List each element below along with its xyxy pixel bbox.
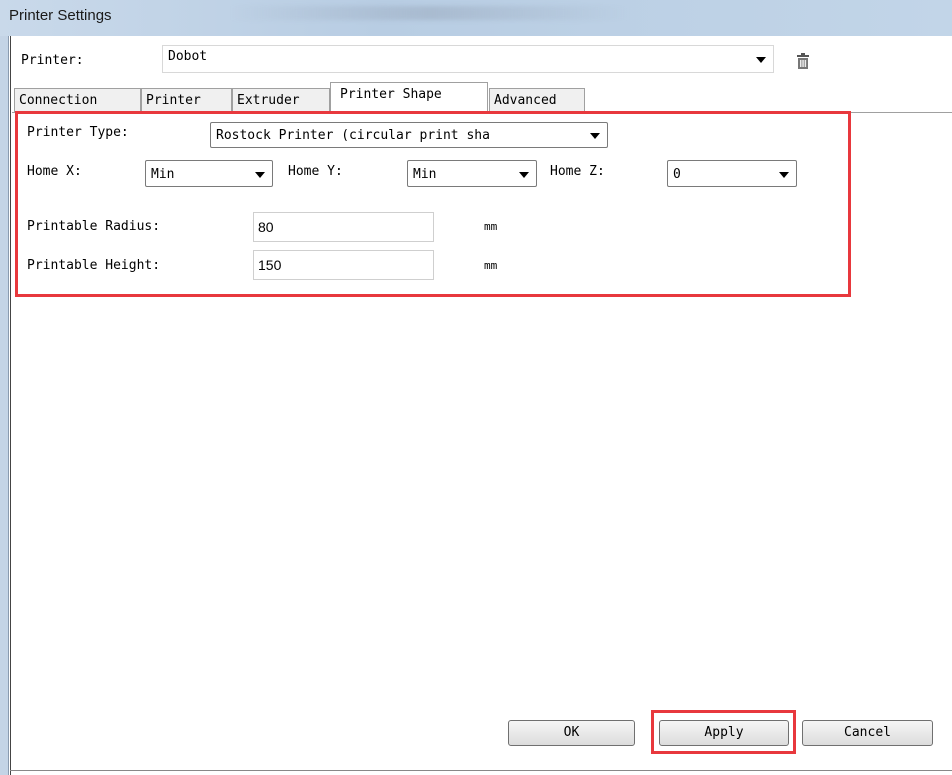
ok-button-label: OK [563, 725, 580, 740]
cancel-button[interactable]: Cancel [802, 720, 933, 746]
tab-printer-shape[interactable]: Printer Shape [330, 82, 488, 113]
printer-label: Printer: [21, 53, 84, 68]
window-frame-edge [8, 36, 9, 775]
tab-label: Extruder [237, 93, 300, 108]
printer-select-value: Dobot [168, 49, 208, 64]
tab-extruder[interactable]: Extruder [232, 88, 330, 112]
settings-highlight-box [15, 111, 851, 297]
trash-icon[interactable] [796, 52, 810, 70]
ok-button[interactable]: OK [508, 720, 635, 746]
title-bar: Printer Settings [0, 0, 952, 36]
window-frame-edge-inner [10, 36, 11, 775]
printer-select[interactable]: Dobot [162, 45, 774, 73]
tab-connection[interactable]: Connection [14, 88, 141, 112]
tab-advanced[interactable]: Advanced [489, 88, 585, 112]
window-frame-left [0, 36, 8, 775]
tab-label: Printer [146, 93, 201, 108]
apply-highlight-box [651, 710, 796, 754]
window-title: Printer Settings [9, 7, 112, 24]
tab-label: Connection [19, 93, 98, 108]
tab-label: Advanced [494, 93, 557, 108]
title-bar-background-blur [230, 6, 630, 20]
tab-label: Printer Shape [340, 87, 442, 102]
cancel-button-label: Cancel [844, 725, 891, 740]
dialog-bottom-edge [10, 770, 952, 771]
tab-printer[interactable]: Printer [141, 88, 232, 112]
chevron-down-icon [756, 57, 766, 63]
